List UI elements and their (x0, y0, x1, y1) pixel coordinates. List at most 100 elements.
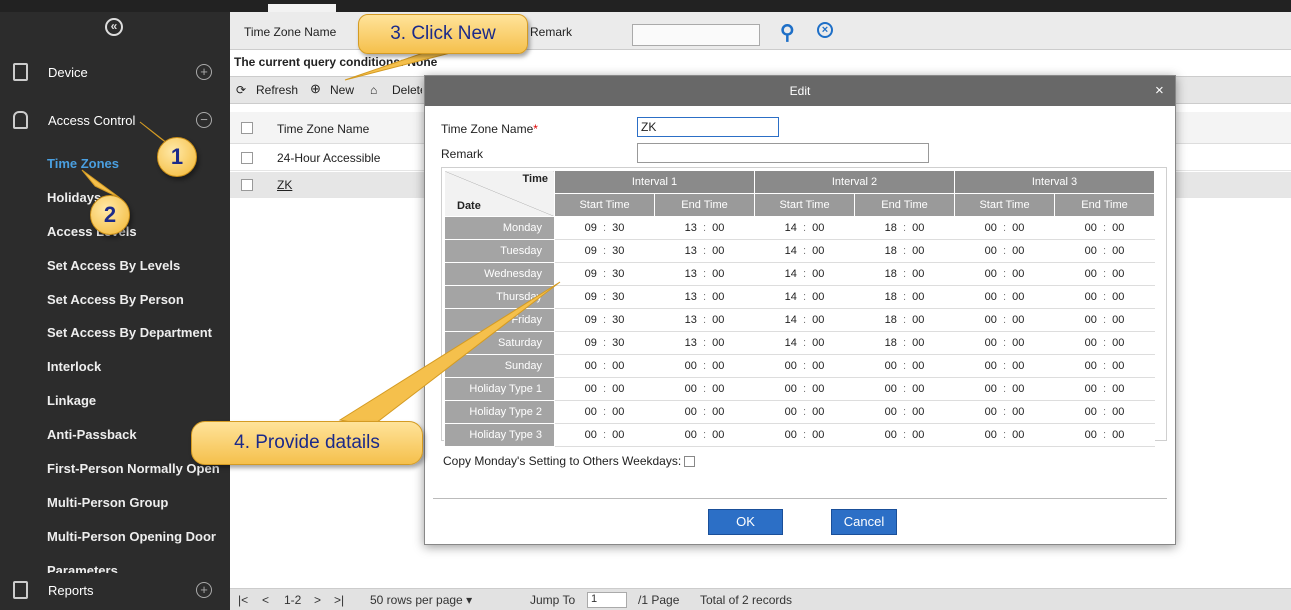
sidebar-item-linkage[interactable]: Linkage (47, 393, 96, 408)
hour-value[interactable]: 13 (685, 222, 697, 234)
sidebar-item-multi-person-group[interactable]: Multi-Person Group (47, 495, 168, 510)
hour-value[interactable]: 14 (785, 245, 797, 257)
minute-value[interactable]: 00 (712, 360, 724, 372)
collapse-sidebar-icon[interactable]: « (105, 18, 123, 36)
close-icon[interactable]: × (1155, 76, 1164, 106)
time-input[interactable]: 00 : 00 (1054, 331, 1155, 355)
time-input[interactable]: 00 : 00 (554, 377, 655, 401)
hour-value[interactable]: 18 (885, 245, 897, 257)
minute-value[interactable]: 00 (1012, 337, 1024, 349)
hour-value[interactable]: 09 (585, 222, 597, 234)
hour-value[interactable]: 00 (585, 383, 597, 395)
time-input[interactable]: 00 : 00 (1054, 285, 1155, 309)
minute-value[interactable]: 00 (812, 314, 824, 326)
hour-value[interactable]: 00 (885, 383, 897, 395)
prev-page-icon[interactable]: < (262, 593, 269, 607)
minute-value[interactable]: 00 (812, 291, 824, 303)
search-icon[interactable]: ⚲ (780, 20, 795, 45)
minute-value[interactable]: 00 (712, 406, 724, 418)
menu-reports[interactable]: Reports + (0, 570, 230, 610)
minute-value[interactable]: 00 (912, 337, 924, 349)
minute-value[interactable]: 00 (912, 222, 924, 234)
time-input[interactable]: 13 : 00 (654, 216, 755, 240)
time-input[interactable]: 00 : 00 (854, 423, 955, 447)
hour-value[interactable]: 18 (885, 314, 897, 326)
hour-value[interactable]: 09 (585, 314, 597, 326)
minute-value[interactable]: 00 (912, 360, 924, 372)
time-input[interactable]: 14 : 00 (754, 331, 855, 355)
time-input[interactable]: 00 : 00 (654, 377, 755, 401)
cancel-button[interactable]: Cancel (831, 509, 897, 535)
time-input[interactable]: 00 : 00 (1054, 262, 1155, 286)
hour-value[interactable]: 09 (585, 337, 597, 349)
minute-value[interactable]: 00 (1112, 314, 1124, 326)
sidebar-item-interlock[interactable]: Interlock (47, 359, 101, 374)
sidebar-item-set-access-by-levels[interactable]: Set Access By Levels (47, 258, 180, 273)
hour-value[interactable]: 14 (785, 268, 797, 280)
row-name-link[interactable]: ZK (277, 178, 292, 192)
minute-value[interactable]: 00 (912, 383, 924, 395)
time-input[interactable]: 13 : 00 (654, 262, 755, 286)
time-input[interactable]: 00 : 00 (754, 354, 855, 378)
hour-value[interactable]: 00 (785, 429, 797, 441)
time-input[interactable]: 00 : 00 (954, 331, 1055, 355)
hour-value[interactable]: 00 (585, 406, 597, 418)
hour-value[interactable]: 00 (1085, 291, 1097, 303)
time-input[interactable]: 14 : 00 (754, 216, 855, 240)
sidebar-item-multi-person-opening-door[interactable]: Multi-Person Opening Door (47, 529, 216, 544)
clear-icon[interactable]: × (817, 22, 833, 38)
hour-value[interactable]: 13 (685, 245, 697, 257)
hour-value[interactable]: 00 (885, 406, 897, 418)
copy-setting-checkbox[interactable] (684, 456, 696, 468)
time-input[interactable]: 09 : 30 (554, 285, 655, 309)
hour-value[interactable]: 00 (885, 360, 897, 372)
time-input[interactable]: 00 : 00 (954, 262, 1055, 286)
new-button[interactable]: New (330, 83, 354, 97)
time-input[interactable]: 00 : 00 (854, 354, 955, 378)
hour-value[interactable]: 13 (685, 314, 697, 326)
minute-value[interactable]: 00 (1012, 429, 1024, 441)
hour-value[interactable]: 00 (785, 383, 797, 395)
minute-value[interactable]: 00 (1012, 268, 1024, 280)
time-input[interactable]: 00 : 00 (754, 423, 855, 447)
time-input[interactable]: 00 : 00 (854, 400, 955, 424)
time-input[interactable]: 00 : 00 (954, 354, 1055, 378)
hour-value[interactable]: 13 (685, 337, 697, 349)
hour-value[interactable]: 00 (985, 383, 997, 395)
time-input[interactable]: 00 : 00 (754, 400, 855, 424)
hour-value[interactable]: 00 (1085, 383, 1097, 395)
minute-value[interactable]: 00 (912, 314, 924, 326)
minute-value[interactable]: 00 (912, 406, 924, 418)
minute-value[interactable]: 00 (712, 429, 724, 441)
hour-value[interactable]: 00 (1085, 406, 1097, 418)
time-input[interactable]: 14 : 00 (754, 262, 855, 286)
hour-value[interactable]: 00 (985, 337, 997, 349)
minute-value[interactable]: 00 (812, 222, 824, 234)
minute-value[interactable]: 30 (612, 291, 624, 303)
hour-value[interactable]: 13 (685, 291, 697, 303)
time-input[interactable]: 00 : 00 (954, 400, 1055, 424)
first-page-icon[interactable]: |< (238, 593, 248, 607)
time-input[interactable]: 00 : 00 (954, 239, 1055, 263)
time-input[interactable]: 18 : 00 (854, 262, 955, 286)
minute-value[interactable]: 00 (812, 245, 824, 257)
time-input[interactable]: 09 : 30 (554, 262, 655, 286)
hour-value[interactable]: 18 (885, 268, 897, 280)
hour-value[interactable]: 00 (1085, 222, 1097, 234)
minute-value[interactable]: 00 (912, 245, 924, 257)
hour-value[interactable]: 00 (985, 222, 997, 234)
hour-value[interactable]: 00 (985, 245, 997, 257)
hour-value[interactable]: 14 (785, 291, 797, 303)
minute-value[interactable]: 00 (1112, 406, 1124, 418)
hour-value[interactable]: 18 (885, 222, 897, 234)
hour-value[interactable]: 00 (985, 429, 997, 441)
time-input[interactable]: 14 : 00 (754, 308, 855, 332)
minute-value[interactable]: 00 (1112, 222, 1124, 234)
delete-button[interactable]: Delete (392, 83, 422, 97)
minute-value[interactable]: 00 (1012, 314, 1024, 326)
minute-value[interactable]: 00 (1012, 406, 1024, 418)
hour-value[interactable]: 00 (885, 429, 897, 441)
minute-value[interactable]: 00 (1012, 291, 1024, 303)
minute-value[interactable]: 00 (612, 406, 624, 418)
time-input[interactable]: 00 : 00 (1054, 400, 1155, 424)
